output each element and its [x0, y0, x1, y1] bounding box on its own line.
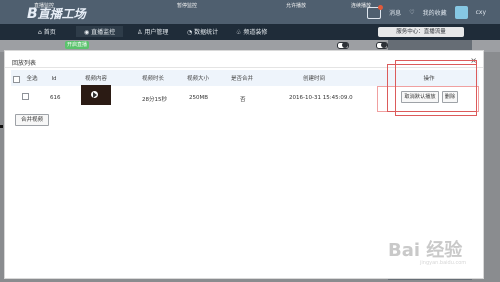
header-size: 视频大小	[182, 74, 214, 85]
eye-icon: ◉	[84, 29, 90, 36]
palette-icon: ♧	[236, 29, 242, 36]
merge-video-button[interactable]: 合并视频	[15, 114, 49, 126]
header-merged: 是否合并	[226, 74, 258, 85]
cancel-default-play-button[interactable]: 取消默认播放	[401, 91, 439, 103]
allow-playback-label: 允许播放	[286, 3, 307, 9]
continuous-playback-label: 连续播放	[351, 3, 372, 9]
heart-icon[interactable]: ♡	[409, 9, 414, 16]
select-all-checkbox[interactable]	[13, 76, 20, 83]
user-name[interactable]: cxy	[476, 9, 486, 16]
row-checkbox[interactable]	[22, 93, 29, 100]
home-icon: ⌂	[38, 29, 42, 36]
header-duration: 视频时长	[137, 74, 169, 85]
nav-live-monitor[interactable]: ◉ 直播监控	[76, 26, 124, 37]
watermark: Bai 经验	[388, 240, 463, 261]
header-created-time: 创建时间	[296, 74, 332, 85]
nav-data-stats[interactable]: ◔ 数据统计	[187, 27, 218, 36]
row-created-time: 2016-10-31 15:45:09.0	[289, 95, 353, 101]
service-status-dropdown[interactable]: 服务中心：直播流量	[378, 27, 464, 37]
pause-monitor-label: 暂停监控	[177, 3, 198, 9]
user-icon: ♙	[137, 29, 143, 36]
header-actions: 消息 ♡ 我的收藏 cxy	[367, 4, 486, 19]
nav-home[interactable]: ⌂ 首页	[38, 27, 56, 36]
highlight-box-inner	[395, 60, 477, 116]
watermark-subtitle: jingyan.baidu.com	[420, 260, 467, 266]
live-monitor-label: 直播监控	[34, 3, 55, 9]
toggle-continuous-playback[interactable]	[376, 42, 388, 49]
open-live-button[interactable]: 开启直播	[65, 41, 89, 49]
dialog-title: 回放列表	[12, 60, 37, 67]
user-avatar[interactable]	[454, 6, 468, 19]
delete-button[interactable]: 删除	[442, 91, 458, 103]
header-id: Id	[49, 74, 59, 85]
notification-label[interactable]: 消息	[389, 8, 401, 17]
nav-user-management[interactable]: ♙ 用户管理	[137, 27, 168, 36]
header-video-content: 视频内容	[80, 74, 112, 85]
row-duration: 28分15秒	[142, 97, 167, 103]
top-header: B直播工场 消息 ♡ 我的收藏 cxy	[0, 0, 500, 24]
row-merged: 否	[240, 97, 246, 103]
header-select-all: 全选	[20, 74, 44, 85]
row-id: 616	[50, 95, 61, 101]
nav-channel-decoration[interactable]: ♧ 频道装修	[236, 27, 267, 36]
main-navigation: ⌂ 首页 ◉ 直播监控 ♙ 用户管理 ◔ 数据统计 ♧ 频道装修 服务中心：直播…	[0, 24, 500, 40]
toggle-allow-playback[interactable]	[337, 42, 349, 49]
chart-icon: ◔	[187, 29, 193, 36]
favorite-label[interactable]: 我的收藏	[423, 8, 447, 17]
row-size: 250MB	[189, 95, 209, 101]
video-thumbnail[interactable]	[81, 85, 111, 105]
left-edge-marker	[0, 125, 3, 128]
